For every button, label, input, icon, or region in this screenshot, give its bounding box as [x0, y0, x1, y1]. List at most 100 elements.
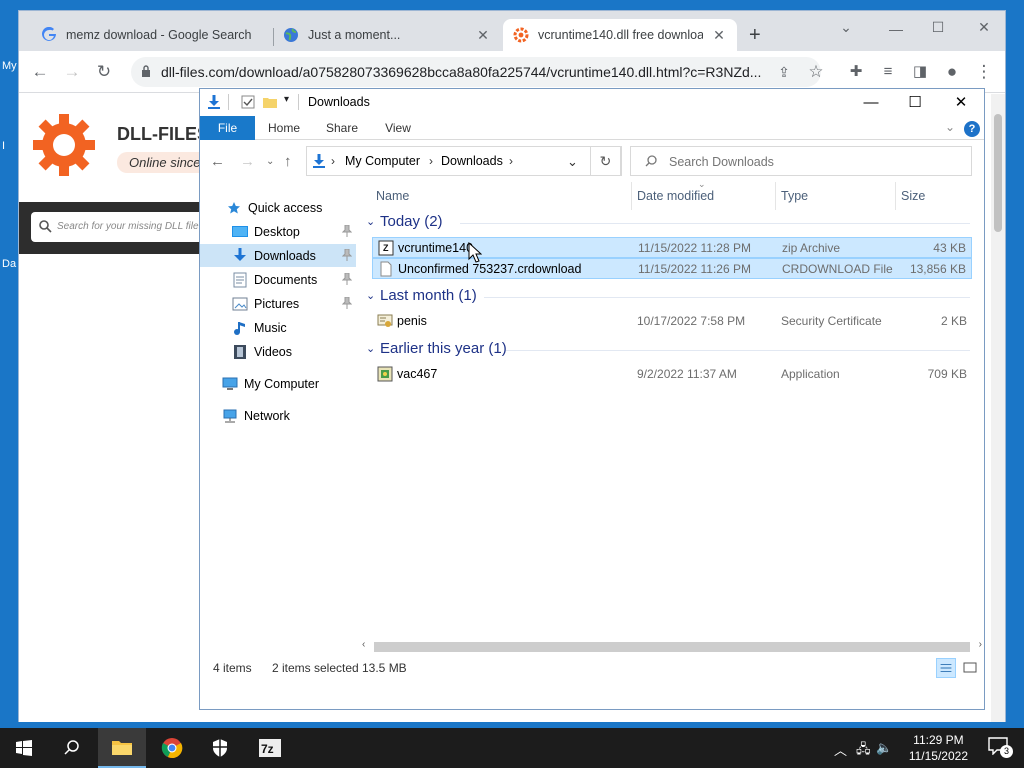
breadcrumb[interactable]: › My Computer › Downloads › ⌄	[306, 146, 622, 176]
extensions-puzzle-icon[interactable]: ✚	[845, 61, 867, 83]
group-header-last-month[interactable]: ⌄ Last month (1)	[360, 286, 976, 308]
tab-file[interactable]: File	[200, 116, 255, 140]
close-tab-icon[interactable]: ✕	[711, 27, 727, 44]
side-panel-icon[interactable]: ◨	[909, 61, 931, 83]
back-arrow-icon[interactable]: ←	[210, 153, 225, 170]
pin-icon[interactable]	[342, 249, 352, 261]
clock[interactable]: 11:29 PM 11/15/2022	[909, 732, 968, 764]
refresh-icon[interactable]: ↻	[590, 146, 621, 176]
collapse-chevron-icon[interactable]: ⌄	[366, 342, 375, 355]
tab-home[interactable]: Home	[262, 116, 306, 140]
help-icon[interactable]: ?	[964, 121, 980, 137]
pin-icon[interactable]	[342, 297, 352, 309]
search-icon[interactable]	[48, 728, 96, 768]
breadcrumb-my-computer[interactable]: My Computer	[345, 154, 420, 168]
reading-list-icon[interactable]: ≡	[877, 61, 899, 83]
tab-google-search[interactable]: memz download - Google Search	[31, 19, 267, 51]
video-film-icon	[232, 344, 248, 360]
tab-just-a-moment[interactable]: Just a moment... ✕	[273, 19, 501, 51]
column-name[interactable]: Name	[376, 189, 409, 203]
nav-pictures[interactable]: Pictures	[200, 292, 356, 315]
search-box[interactable]	[630, 146, 972, 176]
reload-icon[interactable]: ↻	[93, 61, 115, 83]
collapse-chevron-icon[interactable]: ⌄	[366, 215, 375, 228]
tab-vcruntime-download[interactable]: vcruntime140.dll free download ✕	[503, 19, 737, 51]
volume-icon[interactable]: 🔈	[876, 740, 892, 756]
menu-kebab-icon[interactable]: ⋮	[973, 61, 995, 83]
close-window-button[interactable]: ✕	[969, 19, 999, 36]
7zip-icon[interactable]: 7z	[246, 728, 294, 768]
maximize-button[interactable]: ☐	[923, 19, 953, 36]
profile-avatar-icon[interactable]: ●	[941, 61, 963, 83]
scrollbar-thumb[interactable]	[374, 642, 970, 652]
expand-ribbon-chevron-icon[interactable]: ⌄	[945, 120, 955, 134]
maximize-button[interactable]: ☐	[892, 91, 938, 115]
network-tray-icon[interactable]: 🖧	[856, 740, 871, 762]
search-input[interactable]	[669, 153, 959, 171]
site-search-bar: Search for your missing DLL file...	[19, 202, 219, 254]
details-view-icon[interactable]	[936, 658, 956, 678]
share-icon[interactable]: ⇪	[773, 61, 795, 83]
large-icons-view-icon[interactable]	[960, 658, 980, 678]
column-size[interactable]: Size	[901, 189, 925, 203]
nav-music[interactable]: Music	[200, 316, 356, 339]
address-history-chevron-icon[interactable]: ⌄	[567, 154, 578, 170]
nav-desktop[interactable]: Desktop	[200, 220, 356, 243]
group-header-earlier-this-year[interactable]: ⌄ Earlier this year (1)	[360, 339, 976, 361]
minimize-button[interactable]: —	[848, 91, 894, 115]
tab-search-chevron-icon[interactable]: ⌄	[831, 19, 861, 36]
notification-center-icon[interactable]: 3	[988, 737, 1013, 759]
show-hidden-icons-chevron-icon[interactable]: ︿	[834, 740, 847, 759]
nav-quick-access[interactable]: Quick access	[200, 196, 356, 219]
site-search-input[interactable]: Search for your missing DLL file...	[31, 212, 211, 242]
nav-downloads[interactable]: Downloads	[200, 244, 356, 267]
file-list: ⌄ Today (2) Z vcruntime140 11/15/2022 11…	[360, 210, 976, 610]
minimize-button[interactable]: —	[881, 21, 911, 37]
up-arrow-icon[interactable]: ↑	[284, 153, 292, 170]
forward-arrow-icon[interactable]: →	[61, 61, 83, 83]
scroll-left-icon[interactable]: ‹	[362, 639, 365, 650]
collapse-chevron-icon[interactable]: ⌄	[366, 289, 375, 302]
start-windows-icon[interactable]	[0, 728, 48, 768]
chrome-icon[interactable]	[148, 728, 196, 768]
address-row: ← → ⌄ ↑ › My Computer › Downloads › ⌄ ↻	[200, 140, 984, 182]
file-row-vcruntime140[interactable]: Z vcruntime140 11/15/2022 11:28 PM zip A…	[372, 237, 972, 258]
file-type: Application	[781, 367, 840, 381]
nav-documents[interactable]: Documents	[200, 268, 356, 291]
file-row-penis[interactable]: penis 10/17/2022 7:58 PM Security Certif…	[372, 311, 972, 332]
tab-share[interactable]: Share	[320, 116, 364, 140]
breadcrumb-chevron-icon[interactable]: ›	[429, 154, 433, 168]
page-scrollbar[interactable]	[991, 94, 1005, 722]
properties-check-icon[interactable]	[240, 94, 256, 110]
file-row-unconfirmed-crdownload[interactable]: Unconfirmed 753237.crdownload 11/15/2022…	[372, 258, 972, 279]
group-header-today[interactable]: ⌄ Today (2)	[360, 212, 976, 234]
file-row-vac467[interactable]: vac467 9/2/2022 11:37 AM Application 709…	[372, 364, 972, 385]
security-shield-icon[interactable]	[196, 728, 244, 768]
address-bar[interactable]: dll-files.com/download/a075828073369628b…	[131, 57, 821, 87]
pin-icon[interactable]	[342, 273, 352, 285]
column-type[interactable]: Type	[781, 189, 808, 203]
back-arrow-icon[interactable]: ←	[29, 61, 51, 83]
breadcrumb-chevron-icon[interactable]: ›	[509, 154, 513, 168]
nav-videos[interactable]: Videos	[200, 340, 356, 363]
recent-locations-chevron-icon[interactable]: ⌄	[266, 156, 274, 167]
tab-view[interactable]: View	[376, 116, 420, 140]
new-tab-button[interactable]: +	[749, 25, 761, 45]
bookmark-star-icon[interactable]: ☆	[805, 61, 827, 83]
nav-my-computer[interactable]: My Computer	[200, 372, 356, 395]
horizontal-scrollbar[interactable]: ‹ ›	[360, 639, 984, 655]
close-window-button[interactable]: ✕	[938, 91, 984, 115]
scroll-right-icon[interactable]: ›	[979, 639, 982, 650]
breadcrumb-chevron-icon[interactable]: ›	[331, 154, 335, 168]
column-date-modified[interactable]: Date modified	[637, 189, 714, 203]
file-explorer-icon[interactable]	[98, 728, 146, 768]
breadcrumb-downloads[interactable]: Downloads	[441, 154, 503, 168]
qat-dropdown-icon[interactable]: ▾	[284, 94, 289, 105]
pin-icon[interactable]	[342, 225, 352, 237]
new-folder-icon[interactable]	[262, 94, 278, 110]
close-tab-icon[interactable]: ✕	[475, 27, 491, 44]
nav-network[interactable]: Network	[200, 404, 356, 427]
downloads-arrow-icon	[313, 154, 325, 168]
tab-title: vcruntime140.dll free download	[538, 28, 703, 42]
forward-arrow-icon[interactable]: →	[240, 153, 255, 170]
